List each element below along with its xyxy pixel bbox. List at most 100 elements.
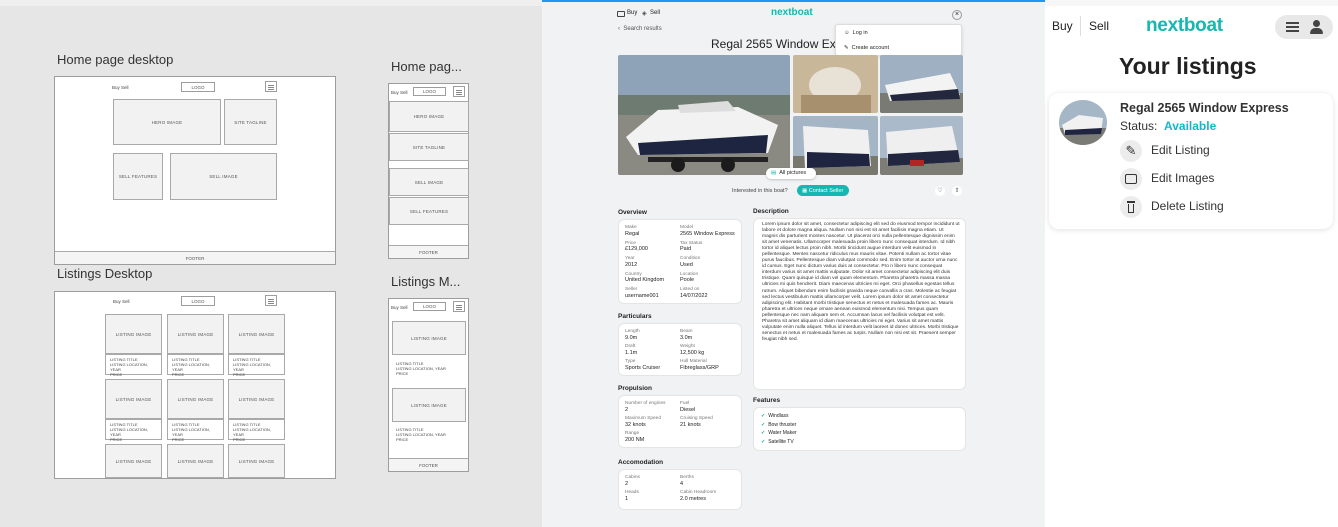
mobile-listing-title[interactable]: Regal 2565 Window Express xyxy=(1120,101,1289,115)
particulars-card: Length 9.0m Draft 1.1m Type Sports Cruiser Bea… xyxy=(618,323,742,376)
wire-listing-image: LISTING IMAGE xyxy=(392,388,466,422)
accomodation-heading: Accomodation xyxy=(618,459,664,466)
wire-nav: Buy Sell xyxy=(112,85,129,90)
spec-value: Sports Cruiser xyxy=(625,364,661,371)
spec-value: Regal xyxy=(625,230,640,237)
overview-heading: Overview xyxy=(618,209,647,216)
feature-item: ✓ Water Maker xyxy=(761,430,797,437)
frame-home-desktop[interactable]: Buy Sell LOGO HERO IMAGE SITE TAGLINE SE… xyxy=(54,76,336,265)
wire-listing-image: LISTING IMAGE xyxy=(228,444,285,478)
your-listings-heading: Your listings xyxy=(1119,53,1257,79)
spec-value: Used xyxy=(680,261,693,268)
share-icon[interactable]: ⇧ xyxy=(952,186,962,196)
check-icon: ✓ xyxy=(761,421,766,428)
features-heading: Features xyxy=(753,397,781,404)
spec-value: Diesel xyxy=(680,406,696,413)
spec-label: Maximum Speed xyxy=(625,416,661,421)
login-item[interactable]: ☺ Log in xyxy=(844,30,868,36)
nav-divider xyxy=(1080,16,1081,36)
wire-listing-text: LISTING TITLE LISTING LOCATION, YEAR PRICE xyxy=(167,419,224,442)
spec-value: Fibreglass/GRP xyxy=(680,364,719,371)
spec-value: United Kingdom xyxy=(625,277,665,283)
frame-label-home-mobile[interactable]: Home pag... xyxy=(391,59,462,74)
wire-menu-icon xyxy=(265,81,277,92)
mobile-top-cut xyxy=(1045,0,1338,6)
edit-listing-action[interactable]: Edit Listing xyxy=(1151,143,1210,157)
propulsion-heading: Propulsion xyxy=(618,385,652,392)
spec-label: Type xyxy=(625,359,636,364)
check-icon: ✓ xyxy=(761,413,766,419)
propulsion-card: Number of engines 2 Maximum Speed 32 knots R… xyxy=(618,395,742,448)
wire-listing-text: LISTING TITLE LISTING LOCATION, YEAR PRICE xyxy=(228,419,285,442)
image-edit-icon[interactable] xyxy=(1120,168,1142,190)
wire-site-tagline: SITE TAGLINE xyxy=(224,99,277,145)
spec-value: 1.1m xyxy=(625,349,638,356)
description-heading: Description xyxy=(753,208,789,215)
listing-card: Regal 2565 Window Express Status: Availa… xyxy=(1049,93,1333,229)
wire-site-tagline: SITE TAGLINE xyxy=(389,133,469,161)
frame-label-home-desktop[interactable]: Home page desktop xyxy=(57,52,173,67)
close-icon[interactable]: × xyxy=(952,10,962,20)
nav-sell-link[interactable]: Sell xyxy=(650,10,660,16)
wire-listing-text: LISTING TITLE LISTING LOCATION, YEAR PRICE xyxy=(105,419,162,442)
spec-label: Berths xyxy=(680,475,694,480)
trash-icon[interactable] xyxy=(1120,196,1142,218)
spec-value: username001 xyxy=(625,292,659,299)
spec-label: Make xyxy=(625,225,637,230)
wire-listing-text: LISTING TITLE LISTING LOCATION, YEAR PRICE xyxy=(105,354,162,377)
user-icon xyxy=(1310,20,1323,34)
wire-nav: Buy Sell xyxy=(391,90,408,95)
tag-icon: ◈ xyxy=(642,11,647,17)
spec-label: Condition xyxy=(680,256,701,261)
spec-label: Cruising Speed xyxy=(680,416,713,421)
edit-images-action[interactable]: Edit Images xyxy=(1151,171,1214,185)
spec-label: Location xyxy=(680,271,699,277)
mobile-nav-buy[interactable]: Buy xyxy=(1052,19,1073,33)
spec-label: Weight xyxy=(680,344,695,349)
mobile-brand-logo[interactable]: nextboat xyxy=(1146,15,1223,37)
spec-value: 200 NM xyxy=(625,436,645,443)
feature-item: ✓ Windlass xyxy=(761,413,789,419)
photo-thumb[interactable] xyxy=(880,55,963,113)
frame-listings-desktop[interactable]: Buy Sell LOGO LISTING IMAGE LISTING TITLE… xyxy=(54,291,336,479)
spec-label: Fuel xyxy=(680,401,690,406)
wire-menu-icon xyxy=(265,295,277,306)
listing-thumbnail[interactable] xyxy=(1059,100,1107,145)
mobile-account-pill[interactable] xyxy=(1275,15,1333,39)
wire-listing-image: LISTING IMAGE xyxy=(105,444,162,478)
create-account-item[interactable]: ✎ Create account xyxy=(844,45,889,51)
frame-home-mobile[interactable]: Buy Sell LOGO HERO IMAGE SITE TAGLINE SE… xyxy=(388,83,469,259)
gallery-icon: ▤ xyxy=(771,170,777,176)
wire-hero-image: HERO IMAGE xyxy=(389,101,469,132)
canvas-top-strip xyxy=(0,0,542,6)
spec-label: Range xyxy=(625,431,640,436)
frame-label-listings-mobile[interactable]: Listings M... xyxy=(391,274,460,289)
back-link[interactable]: ‹ Search results xyxy=(618,26,662,32)
wire-menu-icon xyxy=(453,301,465,312)
main-photo[interactable] xyxy=(618,55,790,175)
spec-value: 2565 Window Express xyxy=(680,230,735,237)
spec-value: 2.0 metres xyxy=(680,495,706,502)
heart-icon[interactable]: ♡ xyxy=(935,186,945,196)
accomodation-card: Cabins 2 Heads 1 Berths 4 Cabin Headroom 2.0 me… xyxy=(618,469,742,510)
feature-item: ✓ Satellite TV xyxy=(761,439,794,446)
wire-listing-image: LISTING IMAGE xyxy=(167,379,224,419)
photo-thumb[interactable] xyxy=(880,116,963,175)
delete-listing-action[interactable]: Delete Listing xyxy=(1151,199,1224,213)
wire-listing-image: LISTING IMAGE xyxy=(228,314,285,354)
nav-buy-link[interactable]: Buy xyxy=(627,10,637,16)
contact-seller-button[interactable]: ▦ Contact Seller xyxy=(797,185,849,196)
wire-sell-features: SELL FEATURES xyxy=(389,197,469,225)
wire-sell-features: SELL FEATURES xyxy=(113,153,163,200)
photo-thumb[interactable] xyxy=(793,55,878,113)
all-pictures-button[interactable]: ▤ All pictures xyxy=(766,168,816,179)
frame-listings-mobile[interactable]: Buy Sell LOGO LISTING IMAGE LISTING TITL… xyxy=(388,298,469,472)
listing-detail-page: Buy ◈ Sell nextboat × ‹ Search results R… xyxy=(542,0,1045,527)
pencil-icon[interactable]: ✎ xyxy=(1120,140,1142,162)
overview-card: Make Regal Price £129,000 Year 2012 Country Uni… xyxy=(618,219,742,304)
photo-thumb[interactable] xyxy=(793,116,878,175)
mobile-nav-sell[interactable]: Sell xyxy=(1089,19,1109,33)
frame-label-listings-desktop[interactable]: Listings Desktop xyxy=(57,266,152,281)
brand-logo[interactable]: nextboat xyxy=(771,7,813,18)
wire-listing-image: LISTING IMAGE xyxy=(167,314,224,354)
